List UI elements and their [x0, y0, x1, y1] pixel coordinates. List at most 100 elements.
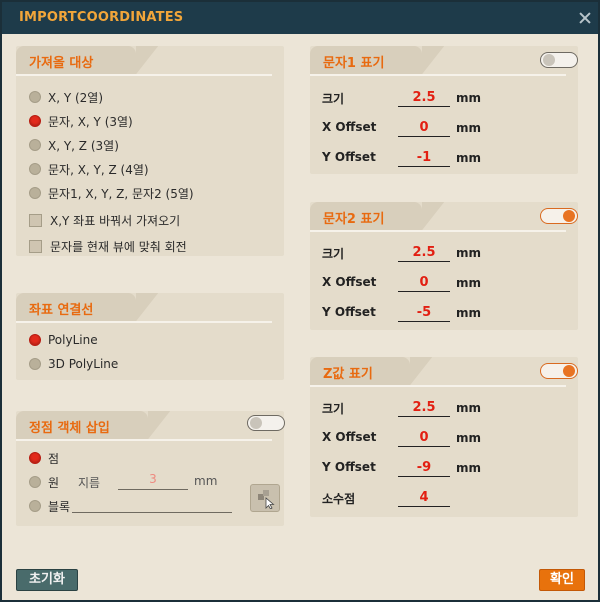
- divider: [16, 74, 272, 76]
- radio-icon[interactable]: [29, 500, 41, 512]
- radio-point[interactable]: 점: [29, 449, 59, 467]
- radio-text-xy-3col[interactable]: 문자, X, Y (3열): [29, 112, 133, 130]
- xoffset-input[interactable]: 0: [398, 274, 450, 292]
- divider: [310, 385, 566, 387]
- zvalue-panel: Z값 표기 크기 2.5 mm X Offset 0 mm Y Offset -9 mm 소…: [310, 357, 578, 517]
- connect-line-panel: 좌표 연결선 PolyLine 3D PolyLine: [16, 293, 284, 380]
- yoffset-unit: mm: [456, 151, 482, 165]
- checkbox-label: 문자를 현재 뷰에 맞춰 회전: [50, 239, 187, 254]
- text2-xoffset-row: X Offset 0 mm: [322, 274, 562, 292]
- vertex-insert-toggle[interactable]: [247, 415, 285, 431]
- text2-size-row: 크기 2.5 mm: [322, 244, 562, 262]
- title-bar[interactable]: IMPORTCOORDINATES: [2, 2, 598, 34]
- connect-line-title: 좌표 연결선: [29, 303, 94, 318]
- import-target-title: 가져올 대상: [29, 56, 94, 71]
- diameter-input[interactable]: 3: [118, 472, 188, 490]
- radio-text-xyz-4col[interactable]: 문자, X, Y, Z (4열): [29, 160, 149, 178]
- radio-block[interactable]: 블록: [29, 497, 254, 515]
- dialog-content: 가져올 대상 X, Y (2열) 문자, X, Y (3열) X, Y, Z (…: [2, 34, 598, 600]
- text1-toggle[interactable]: [540, 52, 578, 68]
- ok-button[interactable]: 확인: [539, 569, 585, 591]
- radio-icon[interactable]: [29, 187, 41, 199]
- radio-icon[interactable]: [29, 163, 41, 175]
- block-name-field[interactable]: [72, 499, 233, 513]
- radio-circle[interactable]: 원: [29, 473, 59, 491]
- checkbox-label: X,Y 좌표 바꿔서 가져오기: [50, 213, 181, 228]
- xoffset-unit: mm: [456, 121, 482, 135]
- radio-label: 문자, X, Y, Z (4열): [48, 162, 149, 177]
- radio-icon[interactable]: [29, 476, 41, 488]
- zvalue-size-row: 크기 2.5 mm: [322, 399, 562, 417]
- checkbox-icon[interactable]: [29, 213, 42, 227]
- radio-label: PolyLine: [48, 333, 98, 347]
- zvalue-tab: Z값 표기: [310, 357, 432, 385]
- radio-icon[interactable]: [29, 334, 41, 346]
- zvalue-toggle[interactable]: [540, 363, 578, 379]
- yoffset-label: Y Offset: [322, 305, 376, 319]
- text2-yoffset-row: Y Offset -5 mm: [322, 304, 562, 322]
- yoffset-unit: mm: [456, 461, 482, 475]
- radio-label: 블록: [48, 499, 71, 514]
- yoffset-unit: mm: [456, 306, 482, 320]
- radio-icon[interactable]: [29, 452, 41, 464]
- xoffset-label: X Offset: [322, 120, 377, 134]
- divider: [16, 321, 272, 323]
- import-target-panel: 가져올 대상 X, Y (2열) 문자, X, Y (3열) X, Y, Z (…: [16, 46, 284, 256]
- radio-text1-xyz-text2-5col[interactable]: 문자1, X, Y, Z, 문자2 (5열): [29, 184, 194, 202]
- text2-toggle[interactable]: [540, 208, 578, 224]
- divider: [310, 230, 566, 232]
- text2-tab: 문자2 표기: [310, 202, 444, 230]
- size-label: 크기: [322, 92, 345, 106]
- connect-line-tab: 좌표 연결선: [16, 293, 158, 321]
- radio-label: 문자, X, Y (3열): [48, 114, 133, 129]
- toggle-knob: [250, 417, 262, 429]
- decimals-input[interactable]: 4: [398, 489, 450, 507]
- size-input[interactable]: 2.5: [398, 399, 450, 417]
- radio-xy-2col[interactable]: X, Y (2열): [29, 88, 103, 106]
- checkbox-icon[interactable]: [29, 239, 42, 253]
- radio-label: 점: [48, 451, 60, 466]
- block-pick-icon[interactable]: [250, 484, 280, 512]
- diameter-unit: mm: [194, 474, 218, 488]
- reset-button[interactable]: 초기화: [16, 569, 78, 591]
- dialog-title: IMPORTCOORDINATES: [19, 10, 184, 25]
- yoffset-input[interactable]: -9: [398, 459, 450, 477]
- xoffset-input[interactable]: 0: [398, 429, 450, 447]
- zvalue-yoffset-row: Y Offset -9 mm: [322, 459, 562, 477]
- yoffset-input[interactable]: -5: [398, 304, 450, 322]
- radio-label: X, Y, Z (3열): [48, 138, 119, 153]
- vertex-insert-panel: 정점 객체 삽입 점 원 블록 지름 3 mm: [16, 411, 285, 526]
- radio-label: 원: [48, 475, 60, 490]
- toggle-knob: [563, 365, 575, 377]
- radio-icon[interactable]: [29, 139, 41, 151]
- close-icon[interactable]: [572, 4, 598, 32]
- toggle-knob: [543, 54, 555, 66]
- zvalue-xoffset-row: X Offset 0 mm: [322, 429, 562, 447]
- divider: [310, 74, 566, 76]
- radio-icon[interactable]: [29, 358, 41, 370]
- xoffset-unit: mm: [456, 276, 482, 290]
- checkbox-swap-xy[interactable]: X,Y 좌표 바꿔서 가져오기: [29, 211, 180, 229]
- radio-label: X, Y (2열): [48, 90, 104, 105]
- radio-label: 문자1, X, Y, Z, 문자2 (5열): [48, 186, 194, 201]
- vertex-insert-tab: 정점 객체 삽입: [16, 411, 170, 439]
- xoffset-label: X Offset: [322, 430, 377, 444]
- text1-title: 문자1 표기: [323, 56, 385, 71]
- radio-polyline[interactable]: PolyLine: [29, 331, 98, 349]
- xoffset-label: X Offset: [322, 275, 377, 289]
- radio-icon[interactable]: [29, 91, 41, 103]
- text2-panel: 문자2 표기 크기 2.5 mm X Offset 0 mm Y Offset -5 mm: [310, 202, 578, 330]
- radio-icon[interactable]: [29, 115, 41, 127]
- radio-xyz-3col[interactable]: X, Y, Z (3열): [29, 136, 119, 154]
- size-unit: mm: [456, 246, 482, 260]
- radio-3d-polyline[interactable]: 3D PolyLine: [29, 355, 118, 373]
- xoffset-unit: mm: [456, 431, 482, 445]
- diameter-label: 지름: [78, 476, 101, 490]
- yoffset-input[interactable]: -1: [398, 149, 450, 167]
- xoffset-input[interactable]: 0: [398, 119, 450, 137]
- size-label: 크기: [322, 247, 345, 261]
- size-input[interactable]: 2.5: [398, 89, 450, 107]
- size-input[interactable]: 2.5: [398, 244, 450, 262]
- checkbox-rotate-text[interactable]: 문자를 현재 뷰에 맞춰 회전: [29, 237, 187, 255]
- vertex-insert-title: 정점 객체 삽입: [29, 421, 110, 436]
